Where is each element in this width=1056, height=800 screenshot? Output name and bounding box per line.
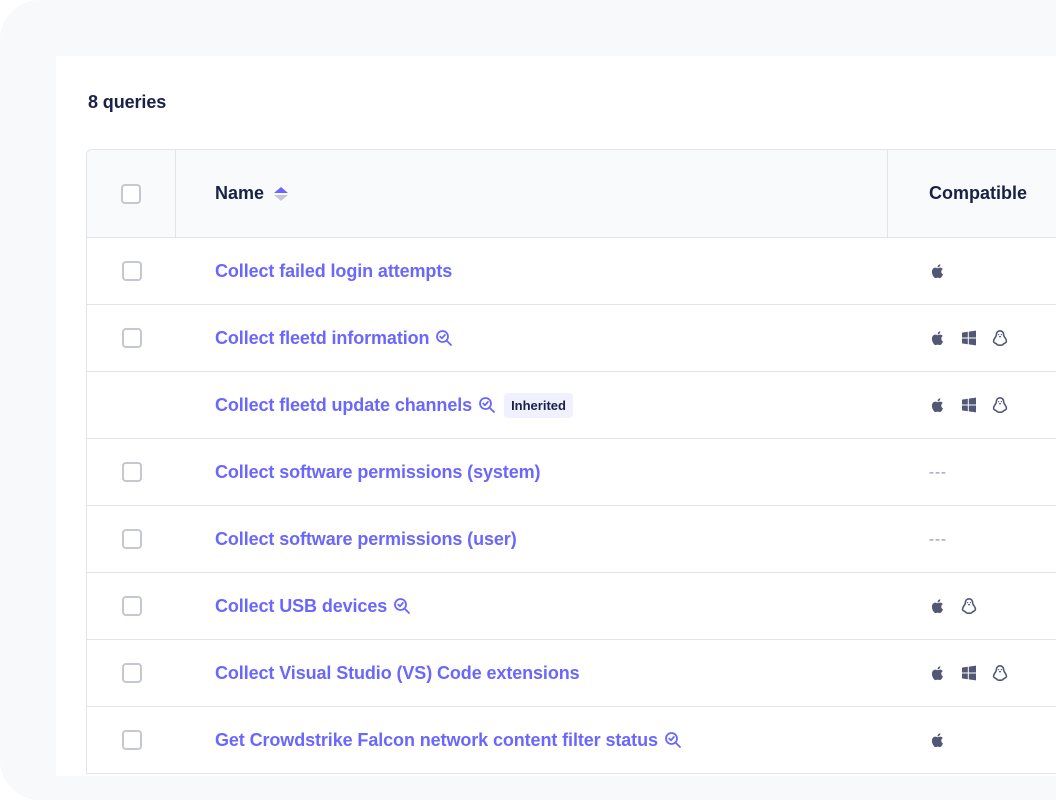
windows-icon — [960, 329, 978, 347]
row-checkbox[interactable] — [121, 462, 142, 482]
row-compatible-cell — [888, 238, 1056, 304]
observer-can-run-icon — [435, 329, 453, 347]
table-row: Collect fleetd information — [87, 305, 1056, 372]
row-checkbox[interactable] — [121, 596, 142, 616]
observer-can-run-icon — [393, 597, 411, 615]
row-select-cell — [87, 640, 176, 706]
query-name-link[interactable]: Get Crowdstrike Falcon network content f… — [215, 730, 658, 751]
query-name-link[interactable]: Collect software permissions (system) — [215, 462, 541, 483]
apple-icon — [929, 664, 947, 682]
table-row: Collect Visual Studio (VS) Code extensio… — [87, 640, 1056, 707]
inherited-badge: Inherited — [504, 392, 573, 418]
select-all-checkbox[interactable] — [121, 183, 141, 204]
query-name-link[interactable]: Collect Visual Studio (VS) Code extensio… — [215, 663, 580, 684]
table-row: Get Crowdstrike Falcon network content f… — [87, 707, 1056, 774]
platform-icons — [929, 262, 947, 280]
linux-icon — [960, 597, 978, 615]
row-select-cell — [87, 707, 176, 773]
row-select-cell — [87, 573, 176, 639]
row-name-cell: Collect fleetd update channels Inherited — [176, 372, 888, 438]
apple-icon — [929, 329, 947, 347]
row-select-cell — [87, 305, 176, 371]
platform-icons — [929, 396, 1009, 414]
table-body: Collect failed login attempts Collect fl… — [87, 238, 1056, 774]
apple-icon — [929, 262, 947, 280]
sort-ascending-icon — [274, 186, 289, 193]
observer-can-run-icon — [664, 731, 682, 749]
row-name-cell: Collect software permissions (system) — [176, 439, 888, 505]
table-row: Collect failed login attempts — [87, 238, 1056, 305]
platform-icons — [929, 731, 947, 749]
column-header-compatible: Compatible — [888, 150, 1056, 237]
header-select-cell — [87, 150, 176, 237]
query-name-link[interactable]: Collect fleetd update channels — [215, 395, 472, 416]
linux-icon — [991, 329, 1009, 347]
row-compatible-cell: --- — [888, 506, 1056, 572]
row-checkbox[interactable] — [121, 663, 142, 683]
row-checkbox[interactable] — [121, 529, 142, 549]
table-row: Collect USB devices — [87, 573, 1056, 640]
query-name-link[interactable]: Collect fleetd information — [215, 328, 430, 349]
table-row: Collect software permissions (user) --- — [87, 506, 1056, 573]
row-name-cell: Collect software permissions (user) — [176, 506, 888, 572]
compatible-empty-placeholder: --- — [929, 530, 947, 548]
queries-table: Name Compatible Collect failed login att… — [86, 149, 1056, 774]
row-name-cell: Collect fleetd information — [176, 305, 888, 371]
compatible-empty-placeholder: --- — [929, 463, 947, 481]
column-header-name-label: Name — [215, 183, 265, 203]
row-name-cell: Collect USB devices — [176, 573, 888, 639]
row-compatible-cell — [888, 372, 1056, 438]
column-header-name[interactable]: Name — [176, 150, 888, 237]
apple-icon — [929, 396, 947, 414]
platform-icons — [929, 329, 1009, 347]
row-select-cell — [87, 238, 176, 304]
row-compatible-cell — [888, 707, 1056, 773]
query-name-link[interactable]: Collect USB devices — [215, 596, 387, 617]
table-row: Collect software permissions (system) --… — [87, 439, 1056, 506]
platform-icons — [929, 597, 978, 615]
windows-icon — [960, 664, 978, 682]
sort-icon[interactable] — [274, 186, 289, 201]
column-header-compatible-label: Compatible — [929, 183, 1028, 203]
apple-icon — [929, 731, 947, 749]
row-select-cell — [87, 506, 176, 572]
query-name-link[interactable]: Collect failed login attempts — [215, 261, 452, 282]
row-checkbox[interactable] — [121, 328, 142, 348]
query-name-link[interactable]: Collect software permissions (user) — [215, 529, 517, 550]
table-row: Collect fleetd update channels Inherited — [87, 372, 1056, 439]
linux-icon — [991, 664, 1009, 682]
row-name-cell: Collect Visual Studio (VS) Code extensio… — [176, 640, 888, 706]
row-compatible-cell — [888, 573, 1056, 639]
row-compatible-cell — [888, 305, 1056, 371]
windows-icon — [960, 396, 978, 414]
row-checkbox[interactable] — [121, 730, 142, 750]
row-select-cell — [87, 439, 176, 505]
observer-can-run-icon — [478, 396, 496, 414]
row-compatible-cell — [888, 640, 1056, 706]
row-name-cell: Collect failed login attempts — [176, 238, 888, 304]
row-select-cell — [87, 372, 176, 438]
row-name-cell: Get Crowdstrike Falcon network content f… — [176, 707, 888, 773]
linux-icon — [991, 396, 1009, 414]
table-header: Name Compatible — [87, 150, 1056, 238]
apple-icon — [929, 597, 947, 615]
query-count: 8 queries — [88, 92, 167, 112]
row-compatible-cell: --- — [888, 439, 1056, 505]
row-checkbox[interactable] — [121, 261, 142, 281]
platform-icons — [929, 664, 1009, 682]
sort-descending-icon — [274, 194, 289, 201]
